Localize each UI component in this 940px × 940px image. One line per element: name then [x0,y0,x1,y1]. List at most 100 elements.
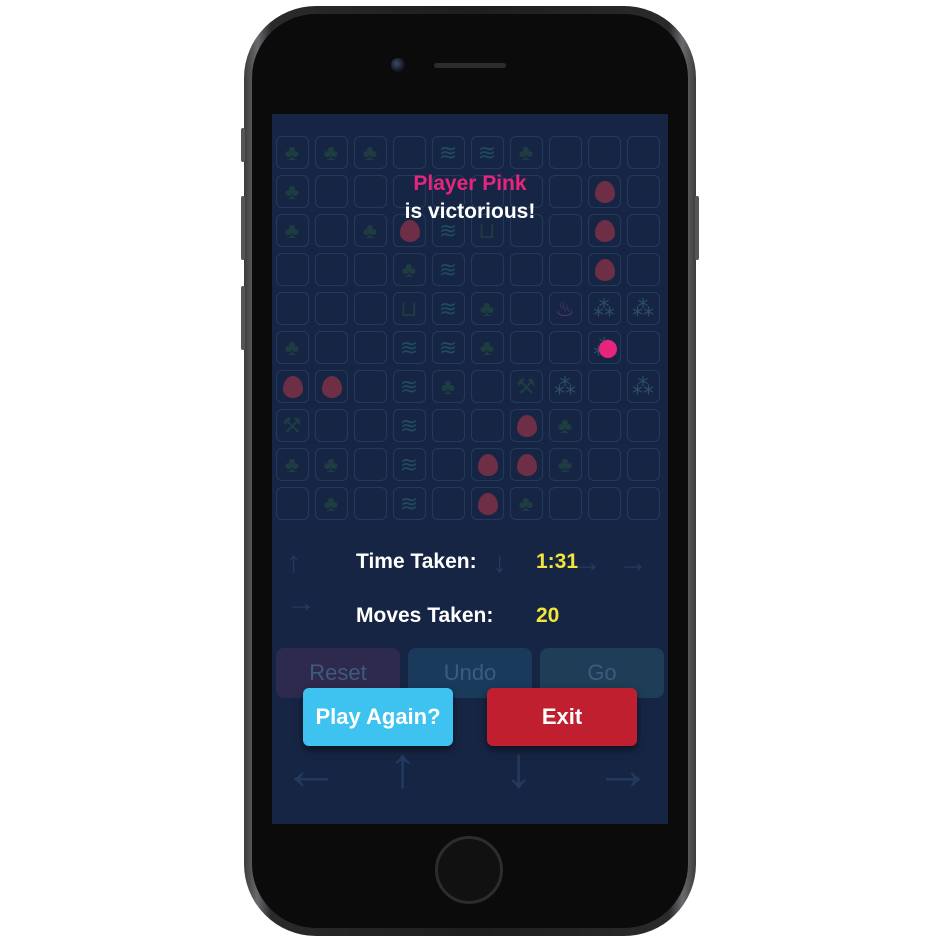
tree-icon: ♣ [557,452,573,477]
fire-icon [595,259,615,281]
water-icon: ≋ [438,296,458,321]
board-cell: ♣ [432,370,465,403]
water-icon: ≋ [438,335,458,360]
water-icon: ≋ [399,374,419,399]
board-cell [588,487,621,520]
board-cell: ⁂ [627,292,660,325]
water-icon: ≋ [399,491,419,516]
board-cell: ≋ [432,292,465,325]
board-cell [354,292,387,325]
board-cell [354,487,387,520]
board-cell: ♣ [354,136,387,169]
play-again-button[interactable]: Play Again? [303,688,453,746]
board-cell [627,487,660,520]
water-icon: ≋ [399,413,419,438]
board-cell [471,487,504,520]
board-cell [627,409,660,442]
board-cell: ♣ [393,253,426,286]
power-button [695,196,699,260]
paw-icon: ⁂ [554,374,576,399]
exit-button[interactable]: Exit [487,688,637,746]
board-cell: ♣ [276,448,309,481]
board-cell: ≋ [393,487,426,520]
board-cell [315,253,348,286]
paw-icon: ⁂ [632,296,654,321]
board-cell [588,409,621,442]
board-cell [549,331,582,364]
tree-icon: ♣ [284,335,300,360]
board-cell: ≋ [432,253,465,286]
board-cell [432,487,465,520]
game-screen: ♣♣♣≋≋♣♣♣♣≋⊔♣≋⊔≋♣♨⁂⁂♣≋≋♣⁂≋♣⚒⁂⁂⚒≋♣♣♣≋♣♣≋♣ … [272,114,668,824]
board-cell: ⚒ [276,409,309,442]
board-cell: ⚒ [510,370,543,403]
arrow-left-icon: ← [282,737,340,802]
tree-icon: ♣ [323,140,339,165]
fire-icon [478,493,498,515]
tree-icon: ♣ [479,335,495,360]
board-cell [510,331,543,364]
winner-name: Player Pink [413,172,527,195]
arrow-up-icon: ↑ [286,546,301,579]
water-icon: ≋ [399,335,419,360]
board-cell: ♣ [510,136,543,169]
paw-icon: ⁂ [593,296,615,321]
board-cell [354,409,387,442]
board-cell: ⁂ [627,370,660,403]
board-cell [354,448,387,481]
board-cell: ♣ [471,331,504,364]
tree-icon: ♣ [323,491,339,516]
board-cell [354,370,387,403]
board-cell [510,448,543,481]
board-cell [549,487,582,520]
fire-icon [283,376,303,398]
moves-taken-value: 20 [536,604,560,627]
board-cell [315,409,348,442]
winner-message: is victorious! [404,200,536,223]
volume-up-button [241,196,245,260]
water-icon: ≋ [438,257,458,282]
volume-down-button [241,286,245,350]
board-cell [471,253,504,286]
tree-icon: ♣ [284,452,300,477]
fire-icon [517,415,537,437]
board-cell [276,487,309,520]
board-cell [315,331,348,364]
board-cell [588,253,621,286]
board-cell [627,448,660,481]
board-cell [549,253,582,286]
board-cell: ♣ [276,136,309,169]
board-cell: ≋ [471,136,504,169]
fire-icon [517,454,537,476]
paw-icon: ⁂ [632,374,654,399]
board-cell [471,448,504,481]
board-cell [432,448,465,481]
board-cell [354,253,387,286]
board-cell: ≋ [393,409,426,442]
board-cell [549,136,582,169]
bucket-icon: ⊔ [400,296,418,321]
board-cell [432,409,465,442]
moves-taken-label: Moves Taken: [356,604,494,627]
board-cell [510,292,543,325]
board-cell: ♣ [315,448,348,481]
board-cell: ⁂ [588,292,621,325]
board-cell: ♣ [471,292,504,325]
home-button[interactable] [435,836,503,904]
tree-icon: ♣ [284,140,300,165]
board-cell: ≋ [432,331,465,364]
board-cell [276,292,309,325]
fire-icon [322,376,342,398]
player-pink-token [599,340,617,358]
cup-icon: ♨ [555,296,575,321]
board-cell [276,370,309,403]
board-cell [315,292,348,325]
board-cell [627,253,660,286]
front-camera [391,58,405,72]
board-cell [315,370,348,403]
board-cell [627,331,660,364]
arrow-right-icon: → [618,546,648,579]
board-cell: ⁂ [549,370,582,403]
earpiece-speaker [434,63,506,68]
board-cell [276,253,309,286]
